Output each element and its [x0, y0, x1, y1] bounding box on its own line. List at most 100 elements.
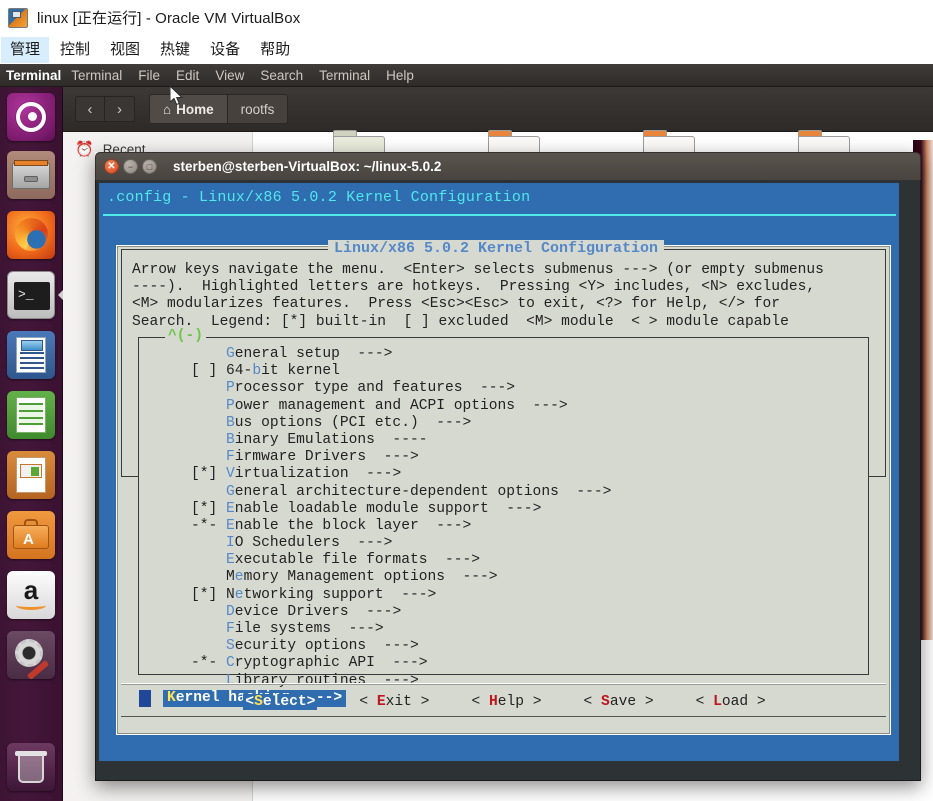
- menuconfig-dialog-title: Linux/x86 5.0.2 Kernel Configuration: [328, 240, 665, 257]
- menuconfig-item-label: xecutable file formats: [234, 552, 428, 569]
- back-button[interactable]: ‹: [75, 96, 105, 122]
- menuconfig-item-label: eneral architecture-dependent options: [234, 483, 559, 500]
- amazon-icon[interactable]: a: [7, 571, 55, 619]
- menu-view[interactable]: View: [207, 68, 252, 83]
- menuconfig-button-help[interactable]: < Help >: [471, 694, 541, 710]
- nautilus-header-bar: ‹ › ⌂ Home rootfs: [63, 87, 933, 132]
- menu-terminal[interactable]: Terminal: [311, 68, 378, 83]
- menuconfig-item-label: ower management and ACPI options: [234, 397, 516, 414]
- menuconfig-item-label: rocessor type and features: [234, 380, 463, 397]
- menuconfig-item-label: inary Emulations: [234, 431, 375, 448]
- ubuntu-software-icon[interactable]: A: [7, 511, 55, 559]
- menuconfig-item-arrow: ----: [374, 431, 428, 448]
- files-icon[interactable]: [7, 151, 55, 199]
- menuconfig-item-hotkey: I: [226, 535, 235, 552]
- terminal-titlebar[interactable]: ✕ − □ sterben@sterben-VirtualBox: ~/linu…: [95, 152, 921, 180]
- libreoffice-writer-icon[interactable]: [7, 331, 55, 379]
- menuconfig-item[interactable]: General setup --->: [139, 346, 870, 363]
- menuconfig-item-hotkey: F: [226, 449, 235, 466]
- menuconfig-item[interactable]: Binary Emulations ----: [139, 432, 870, 449]
- menu-file[interactable]: File: [130, 68, 168, 83]
- breadcrumb-item-rootfs[interactable]: rootfs: [227, 94, 289, 124]
- menuconfig-item[interactable]: Bus options (PCI etc.) --->: [139, 415, 870, 432]
- terminal-icon[interactable]: [7, 271, 55, 319]
- virtualbox-menubar[interactable]: 管理 控制 视图 热键 设备 帮助: [0, 35, 933, 64]
- vbox-menu-manage[interactable]: 管理: [1, 36, 50, 63]
- menu-terminal-app[interactable]: Terminal: [63, 68, 130, 83]
- menuconfig-item[interactable]: [*] Virtualization --->: [139, 466, 870, 483]
- vbox-menu-control[interactable]: 控制: [51, 37, 99, 63]
- minimize-icon[interactable]: −: [123, 159, 138, 174]
- menuconfig-item[interactable]: [*] Enable loadable module support --->: [139, 501, 870, 518]
- vbox-menu-view[interactable]: 视图: [101, 37, 149, 63]
- menuconfig-item-state: [*]: [191, 586, 227, 603]
- menuconfig-item[interactable]: Executable file formats --->: [139, 552, 870, 569]
- menuconfig-item[interactable]: [ ] 64-bit kernel: [139, 363, 870, 380]
- menuconfig-item[interactable]: IO Schedulers --->: [139, 535, 870, 552]
- firefox-icon[interactable]: [7, 211, 55, 259]
- menuconfig-button-load[interactable]: < Load >: [696, 694, 766, 710]
- breadcrumb-item-home[interactable]: ⌂ Home: [149, 94, 228, 124]
- menuconfig-item-arrow: --->: [348, 603, 402, 620]
- libreoffice-impress-icon[interactable]: [7, 451, 55, 499]
- menuconfig-item[interactable]: [*] Networking support --->: [139, 587, 870, 604]
- menuconfig-item[interactable]: Security options --->: [139, 638, 870, 655]
- menuconfig-button-select[interactable]: <Select>: [243, 694, 318, 710]
- close-icon[interactable]: ✕: [104, 159, 119, 174]
- vbox-menu-help[interactable]: 帮助: [251, 37, 299, 63]
- menuconfig-item-state: -*-: [191, 655, 227, 672]
- terminal-window-title: sterben@sterben-VirtualBox: ~/linux-5.0.…: [173, 159, 442, 174]
- menuconfig-item-hotkey: C: [226, 655, 235, 672]
- menuconfig-item[interactable]: File systems --->: [139, 621, 870, 638]
- menuconfig-item-arrow: --->: [366, 449, 419, 466]
- menuconfig-item-hotkey: G: [226, 346, 235, 362]
- menuconfig-item-label: ryptographic API: [234, 655, 375, 672]
- menuconfig-item[interactable]: -*- Enable the block layer --->: [139, 518, 870, 535]
- trash-icon[interactable]: [7, 743, 55, 791]
- menuconfig-menu-list[interactable]: ^(-) General setup --->[ ] 64-bit kernel…: [138, 328, 869, 707]
- menuconfig-item-state: [191, 346, 226, 362]
- menuconfig-button-divider: [121, 683, 886, 684]
- vbox-menu-hotkey[interactable]: 热键: [151, 37, 199, 63]
- libreoffice-calc-icon[interactable]: [7, 391, 55, 439]
- menuconfig-item-hotkey: F: [226, 621, 235, 637]
- menuconfig-button-bar: <Select> < Exit > < Help > < Save > < Load >: [117, 694, 892, 710]
- menuconfig-item[interactable]: -*- Cryptographic API --->: [139, 655, 870, 672]
- vbox-menu-devices[interactable]: 设备: [201, 37, 249, 63]
- virtualbox-window-title: linux [正在运行] - Oracle VM VirtualBox: [37, 10, 301, 27]
- menuconfig-item-hotkey: B: [226, 431, 235, 448]
- forward-button[interactable]: ›: [105, 96, 135, 122]
- menuconfig-item-arrow: --->: [488, 500, 542, 517]
- menu-search[interactable]: Search: [252, 68, 311, 83]
- menuconfig-item-state: [191, 398, 226, 414]
- menu-help[interactable]: Help: [378, 68, 422, 83]
- menuconfig-button-exit[interactable]: < Exit >: [359, 694, 429, 710]
- menuconfig-item[interactable]: Device Drivers --->: [139, 604, 870, 621]
- menuconfig-item-label: it kernel: [261, 363, 340, 380]
- menuconfig-item-state: [191, 604, 226, 620]
- maximize-icon[interactable]: □: [142, 159, 157, 174]
- menuconfig-button-save[interactable]: < Save >: [584, 694, 654, 710]
- menuconfig-item-state: [*]: [191, 466, 227, 483]
- menuconfig-item-label: nable the block layer: [234, 517, 419, 534]
- menuconfig-item-label: nable loadable module support: [234, 500, 489, 517]
- terminal-content[interactable]: .config - Linux/x86 5.0.2 Kernel Configu…: [95, 180, 921, 781]
- menuconfig-item-state: [191, 484, 226, 500]
- menuconfig-item[interactable]: Library routines --->: [139, 673, 870, 690]
- menu-edit[interactable]: Edit: [168, 68, 207, 83]
- menuconfig-item-arrow: --->: [366, 672, 419, 689]
- menuconfig-rows: General setup --->[ ] 64-bit kernel Proc…: [139, 346, 870, 707]
- menuconfig-item[interactable]: Memory Management options --->: [139, 569, 870, 586]
- virtualbox-icon: [8, 7, 28, 28]
- dash-home-icon[interactable]: [7, 93, 55, 141]
- ubuntu-top-panel[interactable]: Terminal Terminal File Edit View Search …: [0, 64, 933, 87]
- menuconfig-item-hotkey: e: [234, 586, 244, 603]
- terminal-window: ✕ − □ sterben@sterben-VirtualBox: ~/linu…: [95, 152, 921, 781]
- menuconfig-item[interactable]: Power management and ACPI options --->: [139, 398, 870, 415]
- menuconfig-item[interactable]: Processor type and features --->: [139, 380, 870, 397]
- menuconfig-item-state: [*]: [191, 500, 227, 517]
- menuconfig-item[interactable]: Firmware Drivers --->: [139, 449, 870, 466]
- menuconfig-item[interactable]: General architecture-dependent options -…: [139, 484, 870, 501]
- system-settings-icon[interactable]: [7, 631, 55, 679]
- menuconfig-item-arrow: --->: [418, 517, 472, 534]
